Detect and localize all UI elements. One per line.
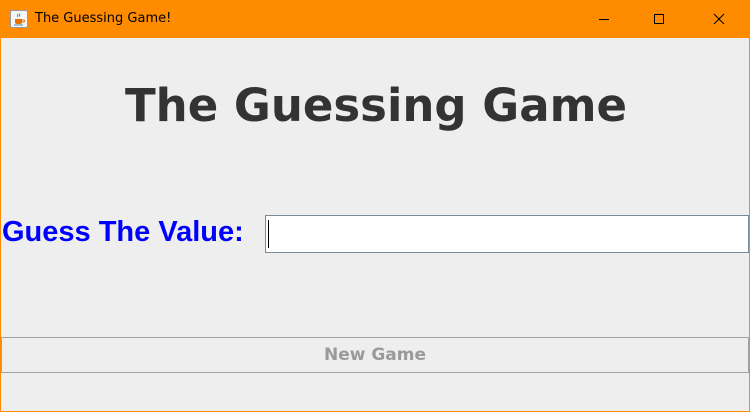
minimize-button[interactable] xyxy=(581,1,627,38)
new-game-button[interactable]: New Game xyxy=(1,337,749,373)
window-title: The Guessing Game! xyxy=(35,11,172,26)
close-icon xyxy=(713,13,725,25)
app-window: The Guessing Game! The Guessing Game Gue… xyxy=(0,0,750,412)
title-bar[interactable]: The Guessing Game! xyxy=(1,1,749,38)
page-title: The Guessing Game xyxy=(124,79,628,132)
guess-label: Guess The Value: xyxy=(2,216,244,248)
maximize-icon xyxy=(654,14,664,24)
close-button[interactable] xyxy=(696,1,742,38)
java-cup-icon xyxy=(10,10,28,28)
text-caret xyxy=(268,220,269,248)
guess-input[interactable] xyxy=(265,215,749,253)
minimize-icon xyxy=(599,19,609,20)
maximize-button[interactable] xyxy=(636,1,682,38)
